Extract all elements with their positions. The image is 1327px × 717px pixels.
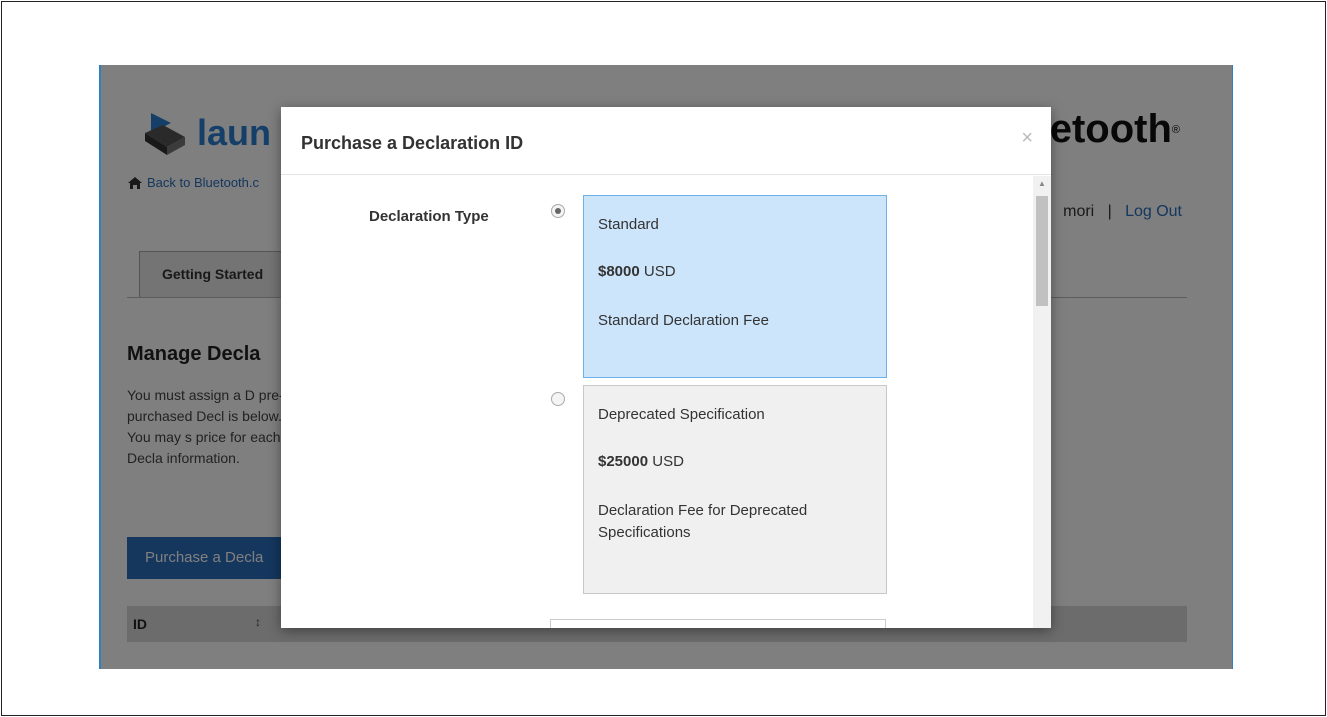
radio-deprecated[interactable] <box>551 392 565 406</box>
option-card-deprecated[interactable]: Deprecated Specification $25000 USD Decl… <box>583 385 887 594</box>
option-card-partial[interactable] <box>550 619 886 628</box>
option-description: Declaration Fee for Deprecated Specifica… <box>598 502 808 541</box>
radio-standard[interactable] <box>551 204 565 218</box>
modal-scrollbar[interactable]: ▲ <box>1033 176 1051 628</box>
modal-body: Declaration Type Standard $8000 USD Stan… <box>281 176 1033 628</box>
option-card-standard[interactable]: Standard $8000 USD Standard Declaration … <box>583 195 887 378</box>
option-price-amount: $25000 <box>598 453 649 470</box>
option-name: Deprecated Specification <box>598 406 765 423</box>
option-price-amount: $8000 <box>598 263 640 280</box>
declaration-type-label: Declaration Type <box>369 208 489 225</box>
purchase-modal: Purchase a Declaration ID × Declaration … <box>281 107 1051 628</box>
option-price: $25000 USD <box>598 453 872 470</box>
option-name: Standard <box>598 216 659 233</box>
scroll-thumb[interactable] <box>1036 196 1048 306</box>
option-price: $8000 USD <box>598 263 872 280</box>
screenshot-frame: laun ✱ Bluetooth ® Back to Bluetooth.c m… <box>1 1 1326 716</box>
modal-title: Purchase a Declaration ID <box>301 133 524 153</box>
option-currency: USD <box>643 263 676 280</box>
modal-header: Purchase a Declaration ID × <box>281 107 1051 175</box>
option-description: Standard Declaration Fee <box>598 312 769 329</box>
close-icon[interactable]: × <box>1021 127 1033 150</box>
option-currency: USD <box>652 453 684 470</box>
scroll-up-icon[interactable]: ▲ <box>1033 176 1051 192</box>
